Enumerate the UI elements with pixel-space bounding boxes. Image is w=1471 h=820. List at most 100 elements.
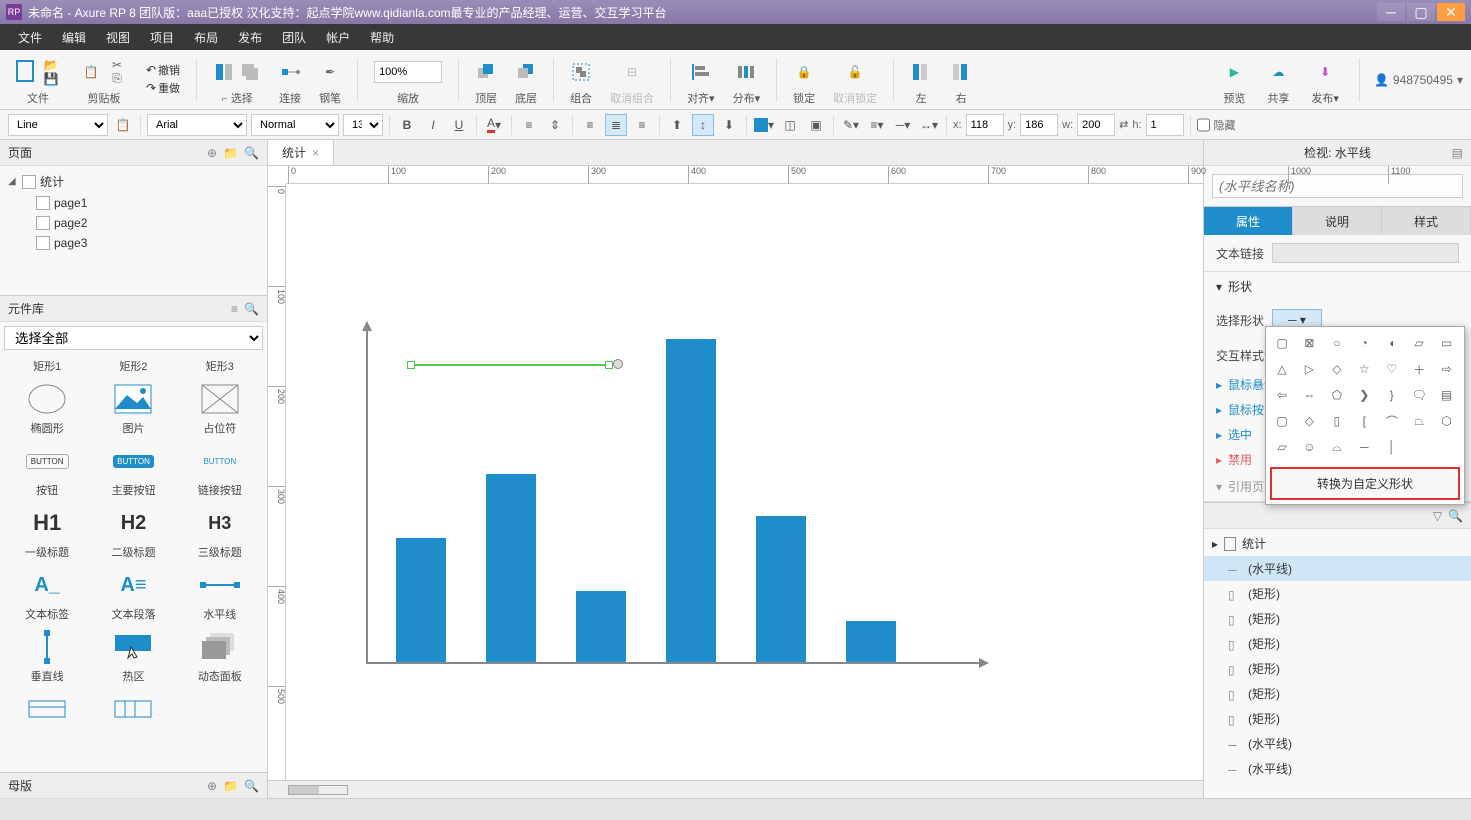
- tab-properties[interactable]: 属性: [1204, 207, 1293, 235]
- outline-item-0[interactable]: ─(水平线): [1204, 556, 1471, 581]
- shape-bracket-icon[interactable]: [: [1352, 409, 1376, 433]
- outline-item-5[interactable]: ▯(矩形): [1204, 681, 1471, 706]
- bullets-button[interactable]: ≡: [518, 114, 540, 136]
- menu-view[interactable]: 视图: [96, 25, 140, 50]
- shape-pie-icon[interactable]: ◔: [1352, 331, 1376, 355]
- group-icon[interactable]: [570, 61, 592, 83]
- font-weight-select[interactable]: Normal: [251, 114, 339, 136]
- undo-icon[interactable]: ↶: [146, 63, 156, 77]
- lib-search-icon[interactable]: 🔍: [244, 302, 259, 316]
- apply-style-icon[interactable]: 📋: [112, 114, 134, 136]
- page-item-root[interactable]: ◢统计: [8, 170, 259, 193]
- shape-vline-icon[interactable]: │: [1380, 435, 1404, 459]
- align-left-icon[interactable]: [910, 61, 932, 83]
- lib-h1[interactable]: H1一级标题: [7, 506, 87, 560]
- minimize-button[interactable]: ─: [1377, 3, 1405, 21]
- select-mode-icon[interactable]: [213, 61, 235, 83]
- lib-extra2[interactable]: [93, 692, 173, 726]
- tab-close-icon[interactable]: ×: [312, 146, 319, 160]
- outline-item-6[interactable]: ▯(矩形): [1204, 706, 1471, 731]
- bar-0[interactable]: [396, 538, 446, 662]
- library-selector[interactable]: 选择全部: [4, 326, 263, 350]
- hidden-checkbox[interactable]: [1197, 114, 1210, 136]
- font-select[interactable]: Arial: [147, 114, 247, 136]
- bar-4[interactable]: [756, 516, 806, 662]
- shape-folder-icon[interactable]: ▭: [1435, 331, 1459, 355]
- shape-cylinder-icon[interactable]: ⌓: [1325, 435, 1349, 459]
- lib-h2[interactable]: H2二级标题: [93, 506, 173, 560]
- add-page-icon[interactable]: ⊕: [207, 146, 217, 160]
- shape-arrow-l-icon[interactable]: ⇦: [1270, 383, 1294, 407]
- canvas[interactable]: [286, 184, 1203, 780]
- lib-rect1[interactable]: 矩形1: [7, 358, 87, 374]
- arrow-style-button[interactable]: ↔▾: [918, 114, 940, 136]
- zoom-select[interactable]: [374, 61, 442, 83]
- shape-rect-x-icon[interactable]: ⊠: [1297, 331, 1321, 355]
- outline-item-1[interactable]: ▯(矩形): [1204, 581, 1471, 606]
- outline-search-icon[interactable]: 🔍: [1448, 509, 1463, 523]
- bar-3[interactable]: [666, 339, 716, 662]
- shape-docs-icon[interactable]: ▤: [1435, 383, 1459, 407]
- master-folder-icon[interactable]: 📁: [223, 779, 238, 793]
- menu-publish[interactable]: 发布: [228, 25, 272, 50]
- outline-item-4[interactable]: ▯(矩形): [1204, 656, 1471, 681]
- shape-trap-icon[interactable]: ⏢: [1407, 409, 1431, 433]
- tab-notes[interactable]: 说明: [1293, 207, 1382, 235]
- shape-parallelogram-icon[interactable]: ▱: [1407, 331, 1431, 355]
- shape-chevron-icon[interactable]: ❯: [1352, 383, 1376, 407]
- lib-image[interactable]: 图片: [93, 382, 173, 436]
- shape-actor-icon[interactable]: ☺: [1297, 435, 1321, 459]
- shape-triangle-right-icon[interactable]: ▷: [1297, 357, 1321, 381]
- h-input[interactable]: [1146, 114, 1184, 136]
- shape-heart-icon[interactable]: ♡: [1380, 357, 1404, 381]
- outline-item-3[interactable]: ▯(矩形): [1204, 631, 1471, 656]
- user-info[interactable]: 👤948750495▾: [1374, 73, 1463, 87]
- shape-arrow-lr-icon[interactable]: ⇔: [1297, 383, 1321, 407]
- shape-circle-icon[interactable]: ○: [1325, 331, 1349, 355]
- page-item-2[interactable]: page2: [8, 213, 259, 233]
- bar-5[interactable]: [846, 621, 896, 662]
- lib-vline[interactable]: 垂直线: [7, 630, 87, 684]
- wh-link-icon[interactable]: ⇄: [1119, 118, 1128, 131]
- shape-diamond-icon[interactable]: ◇: [1325, 357, 1349, 381]
- save-icon[interactable]: 💾: [40, 73, 62, 85]
- text-color-button[interactable]: A▾: [483, 114, 505, 136]
- lib-h3[interactable]: H3三级标题: [180, 506, 260, 560]
- line-style-button[interactable]: ─▾: [892, 114, 914, 136]
- cut-icon[interactable]: ✂: [106, 59, 128, 71]
- convert-custom-shape-button[interactable]: 转换为自定义形状: [1270, 467, 1460, 500]
- preview-icon[interactable]: ▶: [1223, 61, 1245, 83]
- menu-arrange[interactable]: 布局: [184, 25, 228, 50]
- shape-callout-icon[interactable]: 🗨: [1407, 383, 1431, 407]
- lib-placeholder[interactable]: 占位符: [180, 382, 260, 436]
- close-button[interactable]: ✕: [1437, 3, 1465, 21]
- page-item-1[interactable]: page1: [8, 193, 259, 213]
- open-icon[interactable]: 📂: [40, 59, 62, 71]
- menu-file[interactable]: 文件: [8, 25, 52, 50]
- bar-1[interactable]: [486, 474, 536, 662]
- shape-line-icon[interactable]: ─: [1352, 435, 1376, 459]
- maximize-button[interactable]: ▢: [1407, 3, 1435, 21]
- selected-line[interactable]: [410, 364, 610, 366]
- shape-para-icon[interactable]: ▱: [1270, 435, 1294, 459]
- h-scrollbar[interactable]: [288, 785, 348, 795]
- inspector-settings-icon[interactable]: ▤: [1452, 146, 1463, 160]
- text-align-left-button[interactable]: ≡: [579, 114, 601, 136]
- shape-hexagon-icon[interactable]: ⬡: [1435, 409, 1459, 433]
- shape-plus-icon[interactable]: ＋: [1407, 357, 1431, 381]
- underline-button[interactable]: U: [448, 114, 470, 136]
- italic-button[interactable]: I: [422, 114, 444, 136]
- paste-icon[interactable]: 📋: [80, 61, 102, 83]
- shape-type-select[interactable]: Line: [8, 114, 108, 136]
- lib-rect2[interactable]: 矩形2: [93, 358, 173, 374]
- x-input[interactable]: [966, 114, 1004, 136]
- text-align-right-button[interactable]: ≡: [631, 114, 653, 136]
- shape-triangle-up-icon[interactable]: △: [1270, 357, 1294, 381]
- line-width-button[interactable]: ≡▾: [866, 114, 888, 136]
- bar-2[interactable]: [576, 591, 626, 662]
- share-icon[interactable]: ☁: [1267, 61, 1289, 83]
- outline-filter-icon[interactable]: ▽: [1433, 509, 1442, 523]
- lib-link-button[interactable]: BUTTON链接按钮: [180, 444, 260, 498]
- outer-shadow-button[interactable]: ◫: [779, 114, 801, 136]
- menu-project[interactable]: 项目: [140, 25, 184, 50]
